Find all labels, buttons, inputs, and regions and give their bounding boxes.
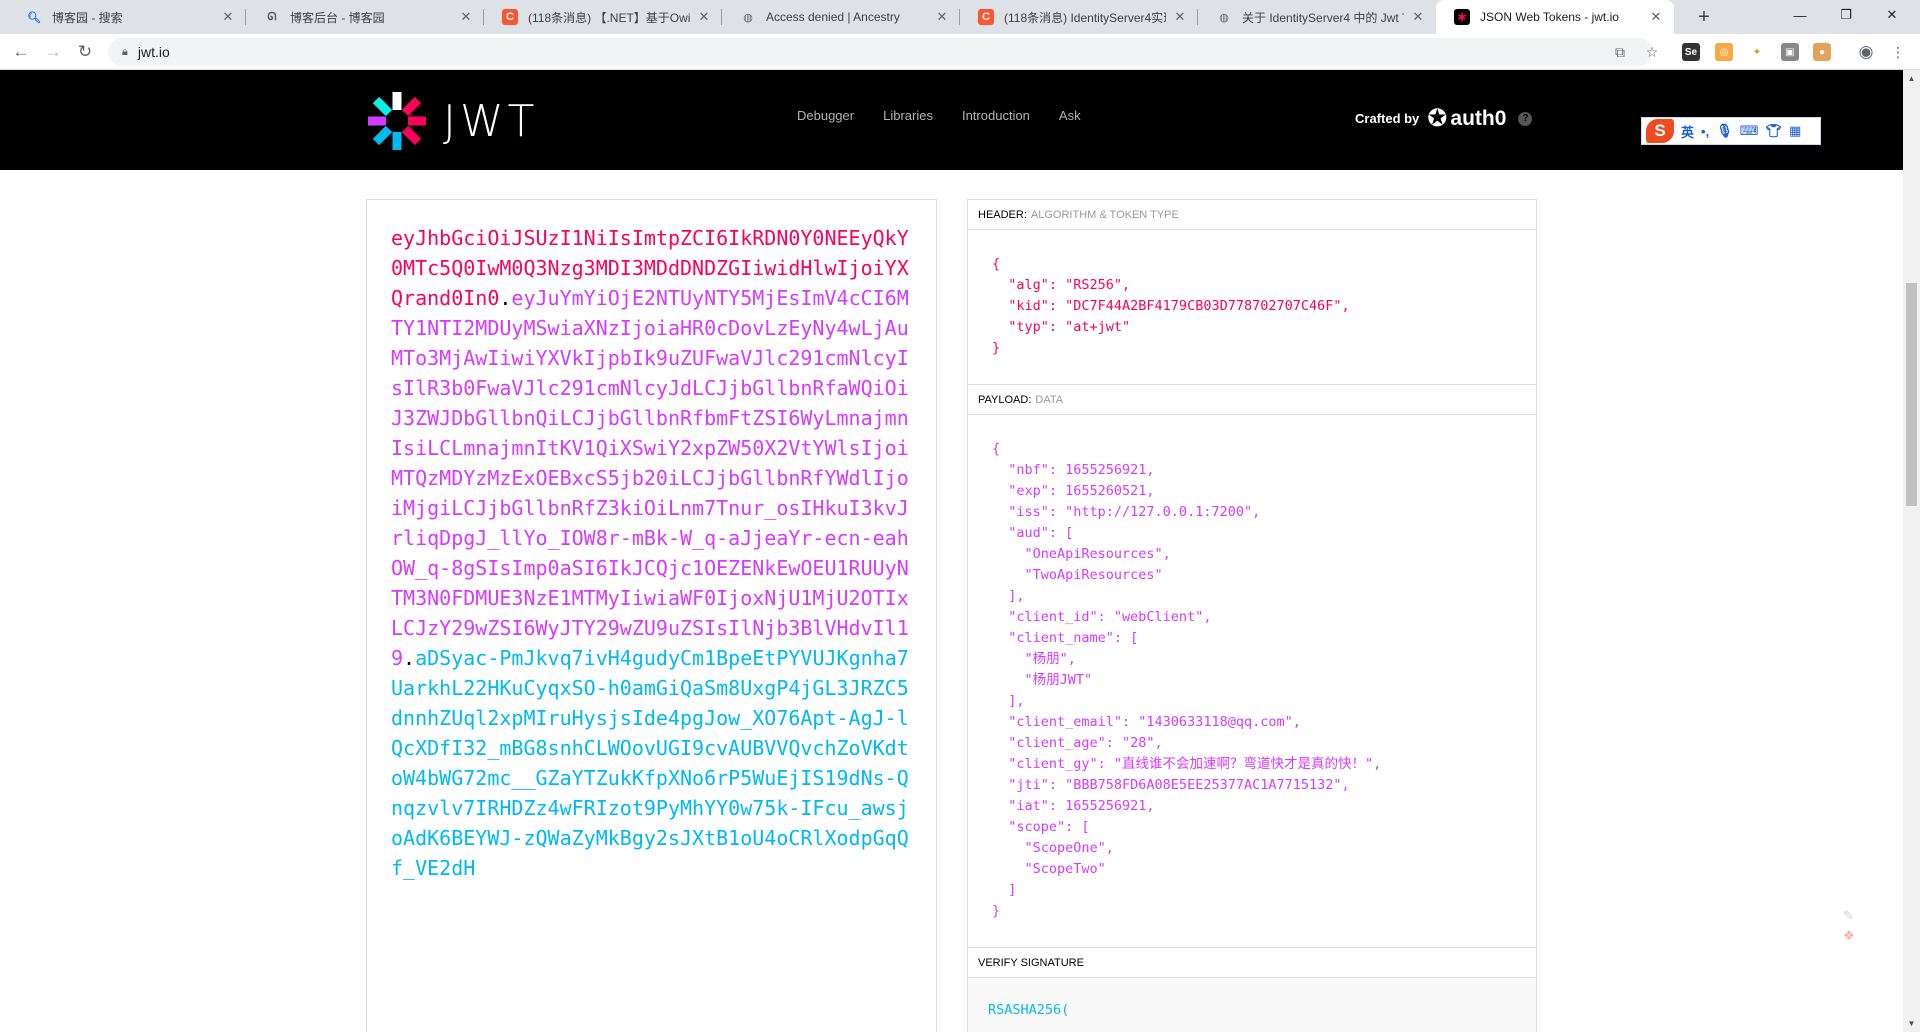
jwt-logo-icon[interactable] [366,90,428,152]
cookie-icon[interactable]: ● [1813,43,1831,61]
tab-title: (118条消息) 【.NET】基于Owin [528,10,690,25]
browser-tab[interactable]: ᘏ 博客后台 - 博客园 ✕ [246,0,484,34]
crafted-by-label: Crafted by [1355,111,1420,126]
header-section-title: Header: Algorithm & Token Type [968,200,1536,230]
extension-icon[interactable]: ◎ [1715,43,1733,61]
browser-toolbar: ← → ↻ 🔒︎ jwt.io ⧉ ☆ Se ◎ ✦ ▣ ● ◉ ⋮ [0,34,1920,70]
tab-title: 关于 IdentityServer4 中的 Jwt T [1242,10,1404,25]
payload-sublabel: Data [1035,393,1064,406]
browser-tab[interactable]: ◍ 关于 IdentityServer4 中的 Jwt T ✕ [1198,0,1436,34]
tab-title: JSON Web Tokens - jwt.io [1480,10,1619,24]
browser-tab[interactable]: 🔍︎ 博客园 - 搜索 ✕ [8,0,246,34]
browser-tab[interactable]: C (118条消息) 【.NET】基于Owin ✕ [484,0,722,34]
scroll-down-icon[interactable]: ▼ [1903,1015,1920,1032]
payload-editor[interactable]: { "nbf": 1655256921, "exp": 1655260521, … [968,415,1536,948]
verify-code[interactable]: RSASHA256( [968,978,1536,1018]
ime-language[interactable]: 英 [1681,122,1694,141]
browser-tab[interactable]: C (118条消息) IdentityServer4实现 ✕ [960,0,1198,34]
csdn-icon: C [978,9,994,25]
nav-libraries[interactable]: Libraries [883,108,933,123]
page-viewport: JWT Debugger Libraries Introduction Ask … [0,70,1903,1032]
header-editor[interactable]: { "alg": "RS256", "kid": "DC7F44A2BF4179… [968,230,1536,385]
close-icon[interactable]: ✕ [1648,9,1664,25]
tab-title: Access denied | Ancestry [766,10,900,24]
close-icon[interactable]: ✕ [220,9,236,25]
auth0-star-icon: ✪ [1427,105,1448,132]
extension-icon[interactable]: ▣ [1781,43,1799,61]
auth0-label: auth0 [1450,106,1507,130]
punctuation-icon[interactable]: •, [1701,124,1709,139]
keyboard-icon[interactable]: ⌨ [1740,123,1759,139]
close-icon[interactable]: ✕ [934,9,950,25]
skin-icon[interactable]: 👕︎ [1765,123,1782,139]
extension-icon[interactable]: ✦ [1748,43,1766,61]
lock-icon: 🔒︎ [122,45,128,58]
microphone-icon[interactable]: 🎙︎ [1716,123,1733,139]
verify-editor[interactable]: RSASHA256( [968,978,1536,1032]
reload-icon[interactable]: ↻ [72,39,98,65]
grid-icon[interactable]: ▦ [1789,123,1801,139]
page-scrollbar[interactable]: ▲ ▼ [1903,70,1920,1032]
browser-tab-active[interactable]: ✱ JSON Web Tokens - jwt.io ✕ [1436,0,1674,34]
close-icon[interactable]: ✕ [696,9,712,25]
url-text: jwt.io [137,44,170,60]
floating-note-icon[interactable]: ✎ [1843,908,1859,924]
jwt-icon: ✱ [1454,9,1470,25]
forward-icon[interactable]: → [40,39,66,65]
crafted-by[interactable]: Crafted by ✪ auth0 ? [1355,104,1533,133]
csdn-icon: C [502,9,518,25]
nav-introduction[interactable]: Introduction [962,108,1030,123]
globe-icon: ◍ [743,11,753,24]
browser-tab-bar: 🔍︎ 博客园 - 搜索 ✕ ᘏ 博客后台 - 博客园 ✕ C (118条消息) … [0,0,1920,34]
nav-ask[interactable]: Ask [1059,108,1081,123]
close-icon[interactable]: ✕ [1410,9,1426,25]
header-json[interactable]: { "alg": "RS256", "kid": "DC7F44A2BF4179… [968,230,1536,359]
ime-toolbar[interactable]: S 英 •, 🎙︎ ⌨ 👕︎ ▦ [1641,117,1821,145]
globe-icon: ◍ [1219,11,1229,24]
restore-icon[interactable]: ❐ [1823,0,1869,30]
menu-icon[interactable]: ⋮ [1888,42,1908,62]
window-close-icon[interactable]: ✕ [1869,0,1915,30]
search-icon: 🔍︎ [27,11,41,24]
cnblogs-icon: ᘏ [267,10,277,23]
address-bar[interactable]: 🔒︎ jwt.io [108,38,1653,66]
auth0-logo: ✪ auth0 [1427,104,1506,133]
decoded-panel: Header: Algorithm & Token Type { "alg": … [967,199,1537,1032]
site-header: JWT Debugger Libraries Introduction Ask … [0,70,1903,170]
encoded-token-panel[interactable]: eyJhbGciOiJSUzI1NiIsImtpZCI6IkRDN0Y0NEEy… [366,199,937,1032]
scroll-thumb[interactable] [1906,283,1917,506]
token-dot: . [499,286,512,310]
site-nav: Debugger Libraries Introduction Ask [797,108,1110,123]
brand-wordmark[interactable]: JWT [443,96,538,147]
bookmark-star-icon[interactable]: ☆ [1642,42,1662,62]
close-icon[interactable]: ✕ [458,9,474,25]
floating-gift-icon[interactable]: ❖ [1843,928,1859,944]
back-icon[interactable]: ← [8,39,34,65]
minimize-icon[interactable]: — [1777,0,1823,30]
extension-icon[interactable]: Se [1682,43,1700,61]
payload-label: Payload: [978,393,1032,406]
token-signature: aDSyac-PmJkvq7ivH4gudyCm1BpeEtPYVUJKgnha… [391,646,909,880]
nav-debugger[interactable]: Debugger [797,108,854,123]
header-sublabel: Algorithm & Token Type [1030,208,1179,221]
tab-title: 博客园 - 搜索 [52,10,123,25]
encoded-token[interactable]: eyJhbGciOiJSUzI1NiIsImtpZCI6IkRDN0Y0NEEy… [391,223,915,883]
scroll-up-icon[interactable]: ▲ [1903,70,1920,87]
header-label: Header: [978,208,1027,221]
close-icon[interactable]: ✕ [1172,9,1188,25]
profile-icon[interactable]: ◉ [1856,42,1876,62]
token-dot: . [403,646,416,670]
verify-section-title: Verify Signature [968,948,1536,978]
payload-section-title: Payload: Data [968,385,1536,415]
token-payload: eyJuYmYiOjE2NTUyNTY5MjEsImV4cCI6MTY1NTI2… [391,286,909,670]
translate-icon[interactable]: ⧉ [1610,42,1630,62]
payload-json[interactable]: { "nbf": 1655256921, "exp": 1655260521, … [968,415,1536,922]
browser-tab[interactable]: ◍ Access denied | Ancestry ✕ [722,0,960,34]
tab-title: (118条消息) IdentityServer4实现 [1004,10,1166,25]
new-tab-button[interactable]: + [1690,0,1718,34]
verify-label: Verify Signature [978,956,1084,969]
sogou-icon[interactable]: S [1646,119,1674,143]
tab-title: 博客后台 - 博客园 [290,10,385,25]
help-icon[interactable]: ? [1518,111,1533,126]
